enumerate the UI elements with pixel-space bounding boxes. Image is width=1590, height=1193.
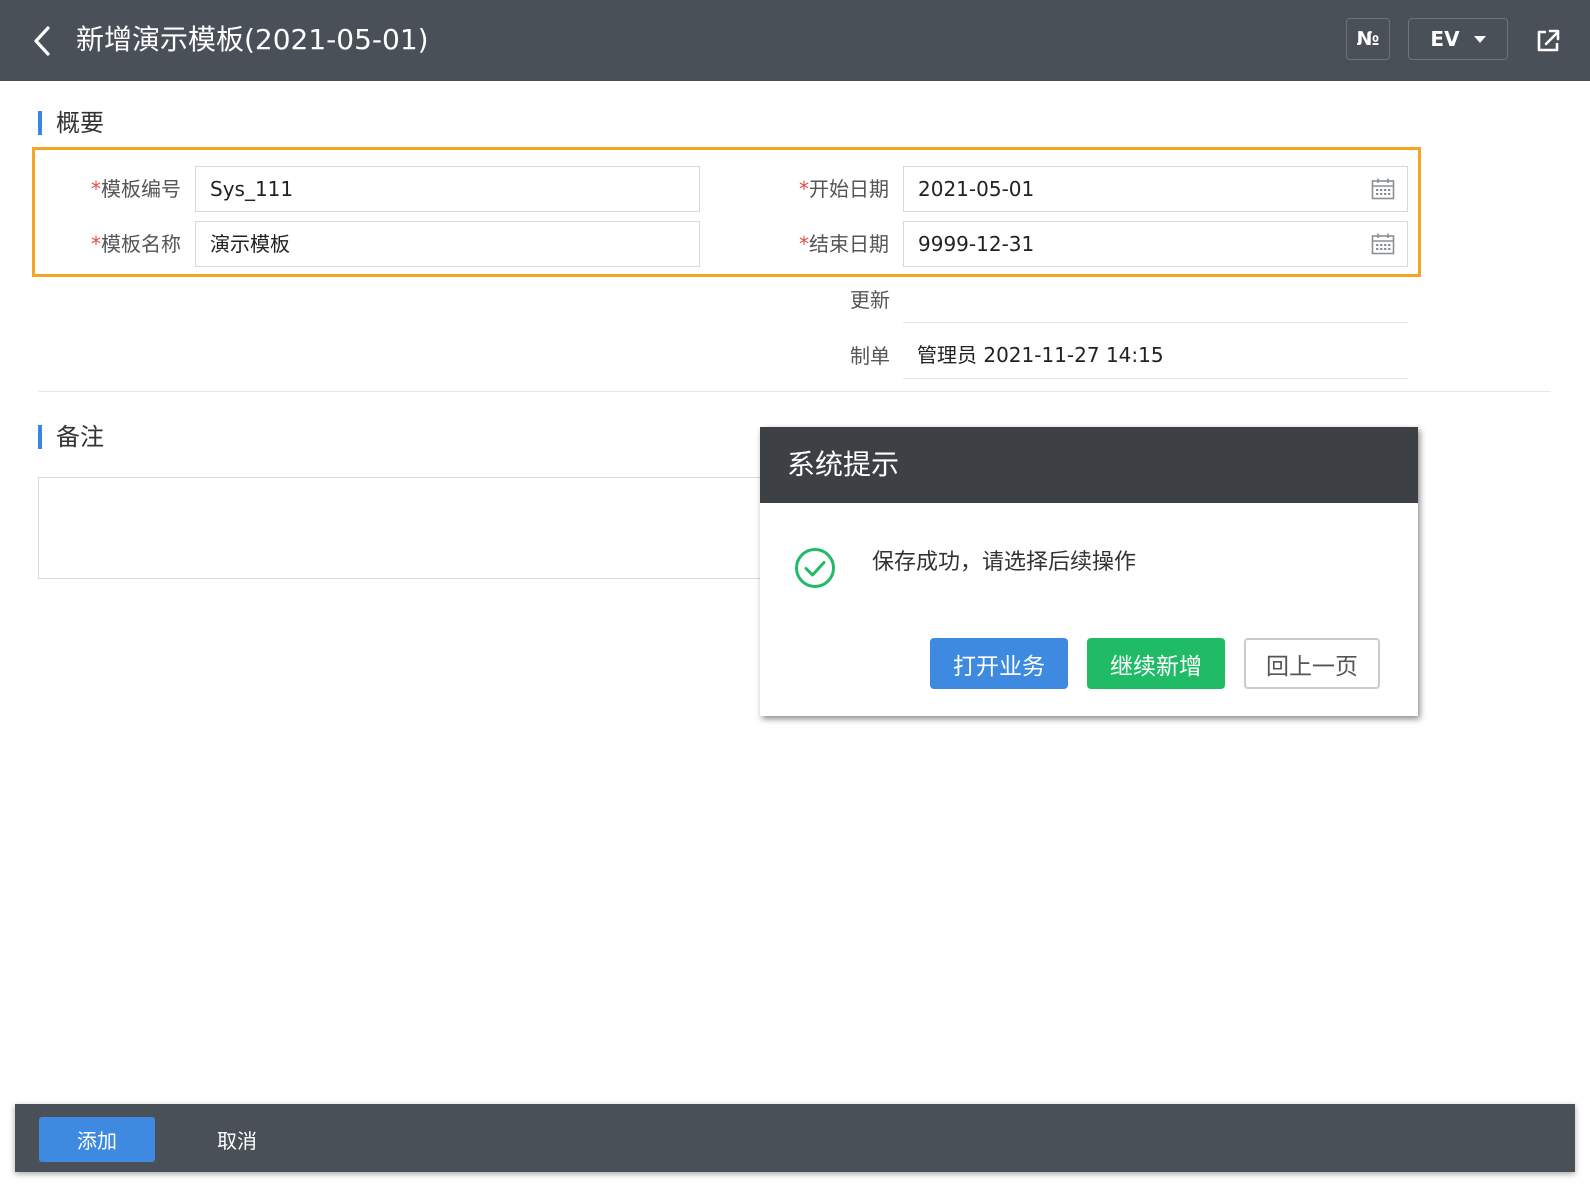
required-mark: * [91, 177, 101, 201]
caret-down-icon [1473, 35, 1486, 43]
overview-section-title: 概要 [38, 108, 104, 138]
dialog-message: 保存成功，请选择后续操作 [872, 550, 1137, 575]
footer-bar: 添加 取消 [15, 1104, 1575, 1172]
language-label: EV [1430, 27, 1460, 51]
success-check-icon [795, 548, 835, 588]
updated-value [903, 277, 1408, 323]
top-bar: 新增演示模板(2021-05-01) № EV [0, 0, 1590, 81]
back-previous-page-button[interactable]: 回上一页 [1244, 638, 1380, 689]
system-prompt-dialog: 系统提示 保存成功，请选择后续操作 打开业务 继续新增 回上一页 [760, 427, 1418, 716]
end-date-value: 9999-12-31 [918, 232, 1035, 256]
end-date-label: *结束日期 [799, 232, 889, 256]
template-name-label: *模板名称 [91, 232, 181, 256]
created-by-value: 管理员 2021-11-27 14:15 [903, 333, 1408, 379]
dialog-title: 系统提示 [760, 427, 1418, 503]
end-date-input[interactable]: 9999-12-31 [903, 221, 1408, 267]
remarks-textarea[interactable] [38, 477, 778, 579]
remarks-section-title: 备注 [38, 422, 104, 452]
start-date-input[interactable]: 2021-05-01 [903, 166, 1408, 212]
share-button[interactable] [1528, 22, 1568, 60]
back-button[interactable] [26, 22, 58, 60]
page-title: 新增演示模板(2021-05-01) [76, 23, 429, 56]
updated-label: 更新 [850, 288, 890, 312]
required-mark: * [91, 232, 101, 256]
cancel-button[interactable]: 取消 [195, 1117, 279, 1162]
required-mark: * [799, 177, 809, 201]
created-by-label: 制单 [850, 344, 890, 368]
chevron-left-icon [34, 26, 50, 56]
template-code-label: *模板编号 [91, 177, 181, 201]
share-external-icon [1537, 29, 1560, 52]
calendar-icon[interactable] [1371, 233, 1395, 255]
language-dropdown[interactable]: EV [1408, 18, 1508, 60]
required-mark: * [799, 232, 809, 256]
add-button[interactable]: 添加 [39, 1117, 155, 1162]
calendar-icon[interactable] [1371, 178, 1395, 200]
number-button[interactable]: № [1346, 18, 1390, 60]
open-business-button[interactable]: 打开业务 [930, 638, 1068, 689]
start-date-label: *开始日期 [799, 177, 889, 201]
template-name-input[interactable]: 演示模板 [195, 221, 700, 267]
continue-add-button[interactable]: 继续新增 [1087, 638, 1225, 689]
section-divider [38, 391, 1551, 392]
template-code-input[interactable]: Sys_111 [195, 166, 700, 212]
start-date-value: 2021-05-01 [918, 177, 1035, 201]
